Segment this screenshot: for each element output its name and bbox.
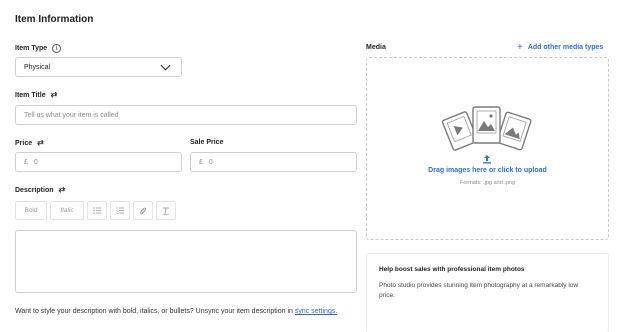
add-media-link[interactable]: + Add other media types [517, 42, 604, 53]
description-hint-text: Want to style your description with bold… [15, 308, 295, 315]
price-value: 0 [33, 158, 38, 166]
description-label: Description ⇄ [15, 186, 65, 194]
dropzone-formats: Formats: .jpg and .png [459, 180, 516, 186]
item-type-select[interactable]: Physical [15, 57, 182, 77]
add-media-text: Add other media types [527, 44, 604, 51]
sale-price-input[interactable]: £ 0 [190, 152, 357, 172]
clear-format-icon [163, 207, 169, 215]
sale-price-label-text: Sale Price [190, 139, 224, 146]
promo-title: Help boost sales with professional item … [379, 266, 525, 273]
italic-button[interactable]: Italic [50, 201, 84, 220]
item-type-label: Item Type i [15, 44, 62, 53]
numbered-list-button[interactable] [110, 201, 130, 220]
sale-price-value: 0 [208, 158, 213, 166]
link-icon [139, 207, 147, 214]
upload-icon [483, 155, 491, 164]
promo-body: Photo studio provides stunning item phot… [379, 282, 579, 299]
sale-price-label: Sale Price [190, 139, 223, 146]
dropzone-upload-text[interactable]: Drag images here or click to upload [366, 167, 609, 174]
item-title-label-text: Item Title [15, 91, 46, 99]
item-type-selected-value: Physical [24, 63, 51, 71]
plus-icon: + [517, 42, 523, 53]
price-currency: £ [24, 158, 28, 166]
item-type-label-text: Item Type [15, 45, 48, 52]
price-label-text: Price [15, 139, 33, 147]
bullet-list-button[interactable] [87, 201, 107, 220]
sync-settings-link[interactable]: sync settings. [295, 308, 337, 315]
item-title-label: Item Title ⇄ [15, 91, 57, 99]
price-label: Price ⇄ [15, 139, 44, 147]
photos-illustration-icon [441, 106, 532, 151]
description-hint: Want to style your description with bold… [15, 306, 355, 318]
chevron-down-icon [160, 60, 171, 70]
sync-icon: ⇄ [37, 138, 44, 147]
item-title-input[interactable]: Tell us what your item is called [15, 105, 357, 125]
sale-price-currency: £ [199, 158, 203, 166]
media-label: Media [366, 44, 386, 51]
sync-icon: ⇄ [50, 90, 58, 99]
bold-button[interactable]: Bold [15, 201, 47, 220]
link-button[interactable] [133, 201, 153, 220]
bullet-list-icon [93, 207, 101, 214]
info-icon[interactable]: i [52, 44, 62, 53]
sync-icon: ⇄ [58, 185, 66, 194]
description-textarea[interactable] [15, 230, 357, 293]
price-input[interactable]: £ 0 [15, 152, 182, 172]
section-title: Item Information [15, 14, 94, 25]
item-title-placeholder: Tell us what your item is called [24, 111, 119, 119]
clear-format-button[interactable] [156, 201, 176, 220]
numbered-list-icon [116, 207, 124, 214]
description-toolbar: Bold Italic [15, 201, 176, 220]
description-label-text: Description [15, 186, 54, 194]
